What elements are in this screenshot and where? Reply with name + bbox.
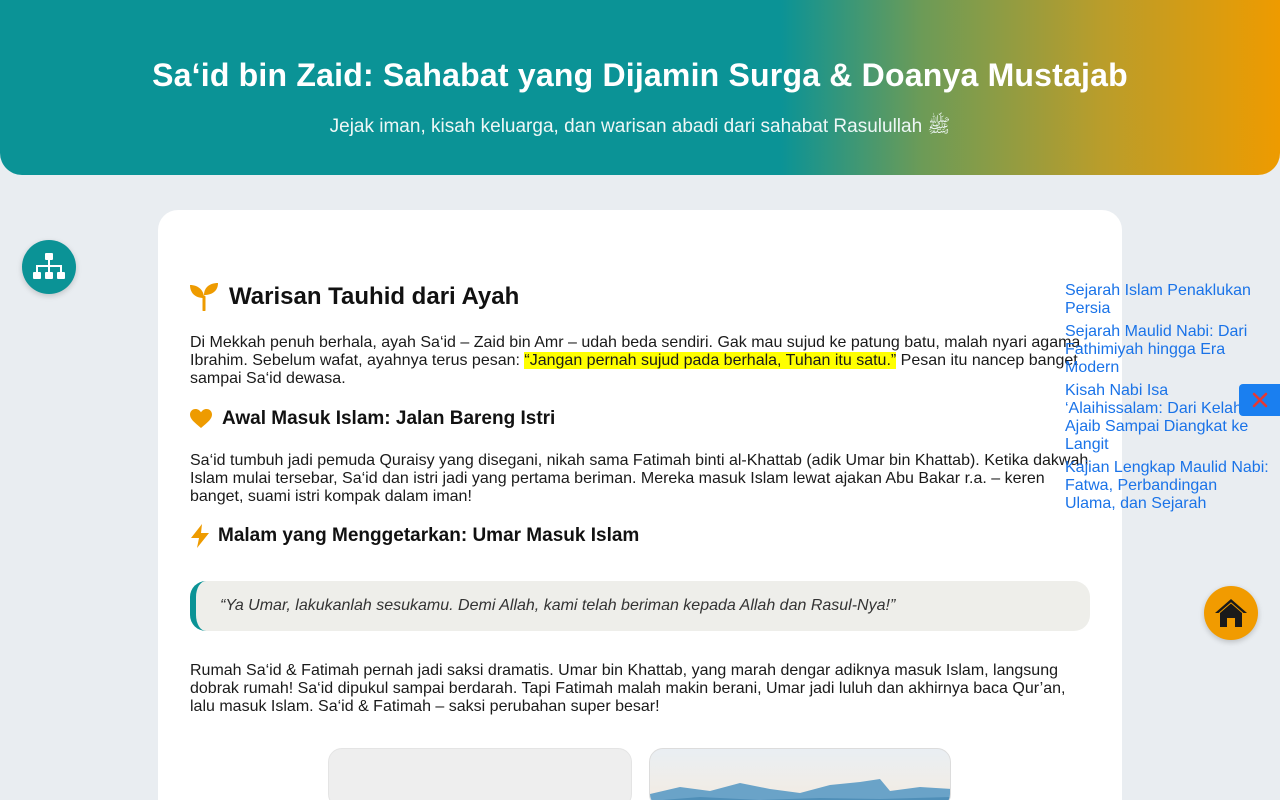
home-icon	[1215, 599, 1247, 627]
sitemap-icon	[33, 253, 65, 279]
highlighted-quote: “Jangan pernah sujud pada berhala, Tuhan…	[524, 352, 897, 369]
sprout-icon	[190, 283, 219, 311]
page-subtitle: Jejak iman, kisah keluarga, dan warisan …	[329, 116, 951, 137]
section-title-warisan: Warisan Tauhid dari Ayah	[190, 283, 519, 311]
paragraph-warisan: Di Mekkah penuh berhala, ayah Sa‘id – Za…	[190, 334, 1090, 388]
close-button[interactable]	[1239, 384, 1280, 416]
heart-icon	[190, 409, 212, 429]
image-placeholder	[328, 748, 632, 800]
paragraph-awal-islam: Sa‘id tumbuh jadi pemuda Quraisy yang di…	[190, 452, 1089, 505]
related-link-maulid-kajian[interactable]: Kajian Lengkap Maulid Nabi: Fatwa, Perba…	[1065, 459, 1269, 512]
umar-quote: “Ya Umar, lakukanlah sesukamu. Demi Alla…	[190, 581, 1090, 631]
section-title-text: Malam yang Menggetarkan: Umar Masuk Isla…	[218, 525, 640, 546]
related-link-persia[interactable]: Sejarah Islam Penaklukan Persia	[1065, 282, 1251, 317]
lightning-icon	[190, 524, 210, 548]
close-icon	[1252, 392, 1267, 408]
article-image	[649, 748, 951, 800]
related-link-item: Sejarah Maulid Nabi: Dari Fathimiyah hin…	[1065, 323, 1270, 377]
section-title-awal-islam: Awal Masuk Islam: Jalan Bareng Istri	[190, 408, 555, 430]
paragraph-umar: Rumah Sa‘id & Fatimah pernah jadi saksi …	[190, 662, 1066, 715]
related-link-maulid-sejarah[interactable]: Sejarah Maulid Nabi: Dari Fathimiyah hin…	[1065, 323, 1247, 376]
sitemap-button[interactable]	[22, 240, 76, 294]
section-title-umar: Malam yang Menggetarkan: Umar Masuk Isla…	[190, 524, 639, 548]
related-link-item: Kajian Lengkap Maulid Nabi: Fatwa, Perba…	[1065, 459, 1270, 513]
page-header: Sa‘id bin Zaid: Sahabat yang Dijamin Sur…	[0, 0, 1280, 175]
home-button[interactable]	[1204, 586, 1258, 640]
page-title: Sa‘id bin Zaid: Sahabat yang Dijamin Sur…	[152, 57, 1128, 93]
mountain-landscape-image	[650, 779, 950, 800]
section-title-text: Awal Masuk Islam: Jalan Bareng Istri	[222, 408, 556, 429]
section-title-text: Warisan Tauhid dari Ayah	[229, 283, 520, 310]
related-link-item: Sejarah Islam Penaklukan Persia	[1065, 282, 1270, 318]
